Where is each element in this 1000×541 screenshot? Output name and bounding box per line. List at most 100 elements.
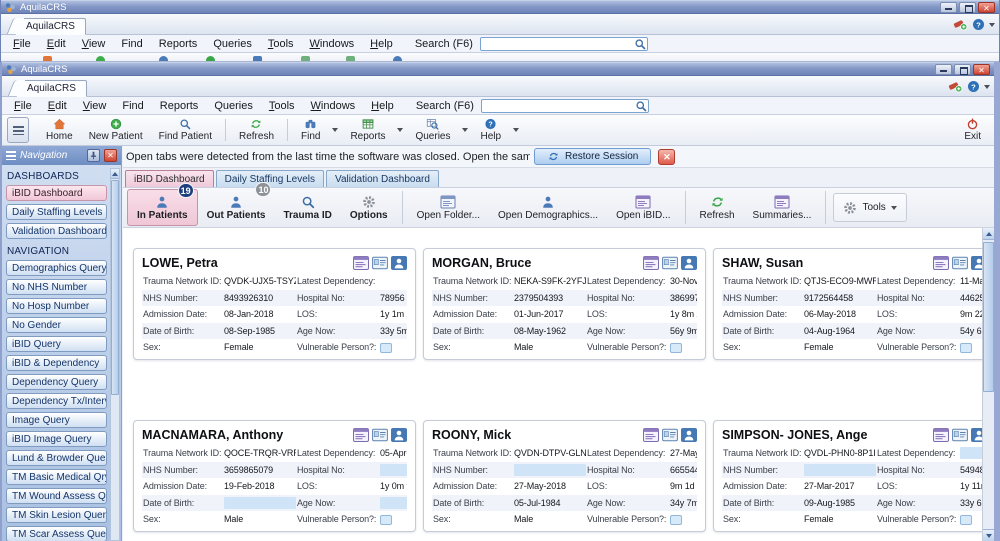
menu-item[interactable]: Find	[114, 100, 151, 112]
sidebar-close-button[interactable]	[104, 149, 117, 162]
patient-photo-icon[interactable]	[971, 256, 982, 270]
patient-id-card-icon[interactable]	[372, 428, 388, 442]
patient-details-icon[interactable]	[353, 428, 369, 442]
sidebar-item[interactable]: iBID Image Query	[6, 431, 107, 447]
annotate-icon[interactable]	[953, 18, 968, 31]
sidebar-item[interactable]: iBID Dashboard	[6, 185, 107, 201]
vulnerable-person-checkbox[interactable]	[670, 343, 682, 353]
options-button[interactable]: Options	[341, 189, 397, 226]
vulnerable-person-checkbox[interactable]	[960, 343, 972, 353]
menu-item[interactable]: Tools	[260, 38, 302, 50]
patient-details-icon[interactable]	[353, 256, 369, 270]
menu-item[interactable]: Queries	[205, 38, 260, 50]
hamburger-icon[interactable]	[6, 151, 16, 160]
minimize-button[interactable]	[940, 2, 957, 13]
content-scrollbar[interactable]	[982, 228, 994, 541]
reports-dropdown[interactable]	[393, 117, 407, 143]
sidebar-item[interactable]: TM Skin Lesion Query	[6, 507, 107, 523]
patient-details-icon[interactable]	[933, 256, 949, 270]
summaries-button[interactable]: Summaries...	[744, 189, 821, 226]
menu-item[interactable]: Help	[362, 38, 401, 50]
home-button[interactable]: Home	[38, 117, 81, 143]
annotate-icon[interactable]	[948, 80, 963, 93]
sidebar-item[interactable]: Daily Staffing Levels	[6, 204, 107, 220]
open-demographics-button[interactable]: Open Demographics...	[489, 189, 607, 226]
sidebar-item[interactable]: Lund & Browder Query	[6, 450, 107, 466]
scroll-up-button[interactable]	[111, 169, 119, 179]
menu-item[interactable]: View	[74, 38, 114, 50]
sidebar-item[interactable]: TM Basic Medical Qry	[6, 469, 107, 485]
patient-card[interactable]: ROONY, Mick Trauma Network ID: QVDN-DTPV…	[423, 420, 706, 532]
dismiss-notification-button[interactable]	[658, 149, 675, 165]
menu-item[interactable]: Reports	[152, 100, 207, 112]
patient-details-icon[interactable]	[933, 428, 949, 442]
menu-item[interactable]: Windows	[303, 100, 364, 112]
chevron-down-icon[interactable]	[984, 85, 990, 89]
queries-dropdown[interactable]	[458, 117, 472, 143]
close-button[interactable]	[978, 2, 995, 13]
menu-item[interactable]: Windows	[302, 38, 363, 50]
menu-item[interactable]: Reports	[151, 38, 206, 50]
sidebar-item[interactable]: Dependency Query	[6, 374, 107, 390]
search-input[interactable]	[481, 99, 649, 113]
menu-item[interactable]: Find	[113, 38, 150, 50]
dashboard-tab[interactable]: iBID Dashboard	[125, 170, 214, 187]
open-folder-button[interactable]: Open Folder...	[408, 189, 489, 226]
maximize-button[interactable]	[954, 64, 971, 75]
restore-session-button[interactable]: Restore Session	[534, 148, 651, 165]
menu-toggle-button[interactable]	[7, 117, 29, 143]
find-patient-button[interactable]: Find Patient	[151, 117, 220, 143]
dashboard-refresh-button[interactable]: Refresh	[691, 189, 744, 226]
sidebar-item[interactable]: TM Scar Assess Query	[6, 526, 107, 541]
close-button[interactable]	[973, 64, 990, 75]
menu-item[interactable]: File	[5, 38, 39, 50]
sidebar-item[interactable]: No Gender	[6, 317, 107, 333]
menu-item[interactable]: File	[6, 100, 40, 112]
sidebar-item[interactable]: iBID Query	[6, 336, 107, 352]
pin-button[interactable]	[87, 149, 100, 162]
patient-card[interactable]: SIMPSON- JONES, Ange Trauma Network ID: …	[713, 420, 982, 532]
search-icon[interactable]	[634, 38, 646, 50]
menu-item[interactable]: Edit	[39, 38, 74, 50]
app-window-tab[interactable]: AquilaCRS	[15, 18, 86, 35]
menu-item[interactable]: Help	[363, 100, 402, 112]
vulnerable-person-checkbox[interactable]	[380, 515, 392, 525]
exit-button[interactable]: Exit	[956, 117, 989, 143]
sidebar-item[interactable]: No Hosp Number	[6, 298, 107, 314]
vulnerable-person-checkbox[interactable]	[670, 515, 682, 525]
sidebar-item[interactable]: Demographics Query	[6, 260, 107, 276]
patient-card[interactable]: LOWE, Petra Trauma Network ID: QVDK-UJX5…	[133, 248, 416, 360]
patient-details-icon[interactable]	[643, 256, 659, 270]
patient-photo-icon[interactable]	[681, 428, 697, 442]
scrollbar-thumb[interactable]	[983, 242, 994, 392]
help-dropdown[interactable]	[509, 117, 523, 143]
dashboard-tab[interactable]: Validation Dashboard	[326, 170, 439, 187]
menu-item[interactable]: Tools	[261, 100, 303, 112]
trauma-id-button[interactable]: Trauma ID	[274, 189, 340, 226]
patient-id-card-icon[interactable]	[372, 256, 388, 270]
chevron-down-icon[interactable]	[989, 23, 995, 27]
help-button[interactable]: ? Help	[472, 117, 509, 143]
patient-card[interactable]: SHAW, Susan Trauma Network ID: QTJS-ECO9…	[713, 248, 982, 360]
patient-card[interactable]: MORGAN, Bruce Trauma Network ID: NEKA-S9…	[423, 248, 706, 360]
search-icon[interactable]	[635, 100, 647, 112]
sidebar-scrollbar[interactable]	[110, 168, 120, 541]
scrollbar-thumb[interactable]	[111, 180, 119, 395]
patient-card[interactable]: MACNAMARA, Anthony Trauma Network ID: QO…	[133, 420, 416, 532]
scroll-up-button[interactable]	[983, 228, 994, 240]
vulnerable-person-checkbox[interactable]	[960, 515, 972, 525]
app-window-tab[interactable]: AquilaCRS	[16, 80, 87, 97]
menu-item[interactable]: Queries	[206, 100, 261, 112]
sidebar-item[interactable]: Image Query	[6, 412, 107, 428]
menu-item[interactable]: View	[75, 100, 115, 112]
help-icon[interactable]: ?	[972, 18, 985, 31]
find-button[interactable]: Find	[293, 117, 328, 143]
tools-button[interactable]: Tools	[833, 193, 906, 222]
patient-details-icon[interactable]	[643, 428, 659, 442]
patient-photo-icon[interactable]	[391, 428, 407, 442]
patient-id-card-icon[interactable]	[952, 256, 968, 270]
out-patients-button[interactable]: 10 Out Patients	[198, 189, 275, 226]
vulnerable-person-checkbox[interactable]	[380, 343, 392, 353]
maximize-button[interactable]	[959, 2, 976, 13]
patient-photo-icon[interactable]	[391, 256, 407, 270]
